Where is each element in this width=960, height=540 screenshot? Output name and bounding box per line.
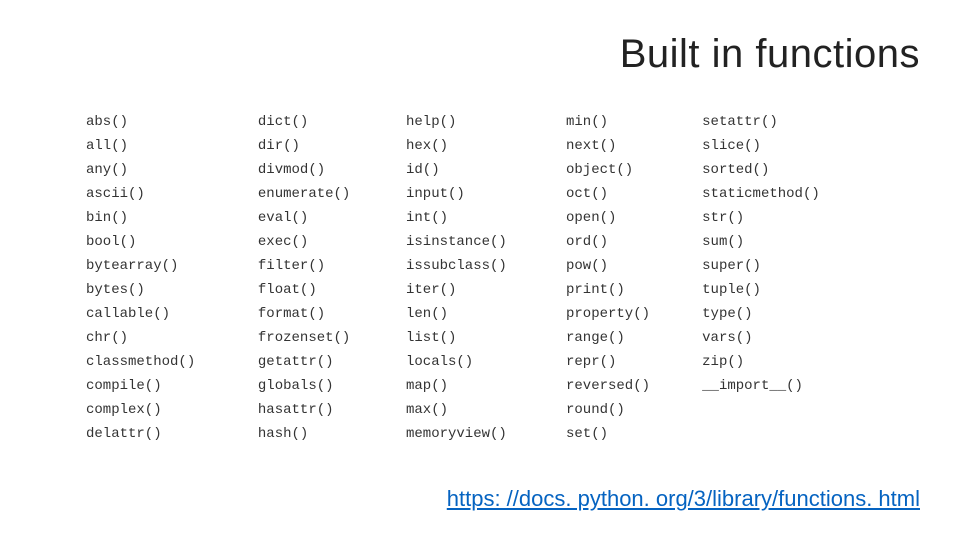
function-cell: pow() xyxy=(560,254,696,278)
function-cell: memoryview() xyxy=(400,422,560,446)
function-cell: filter() xyxy=(252,254,400,278)
function-cell: property() xyxy=(560,302,696,326)
function-cell: locals() xyxy=(400,350,560,374)
function-cell: slice() xyxy=(696,134,880,158)
function-cell: setattr() xyxy=(696,110,880,134)
function-cell: hash() xyxy=(252,422,400,446)
function-cell: len() xyxy=(400,302,560,326)
function-cell: open() xyxy=(560,206,696,230)
function-cell: globals() xyxy=(252,374,400,398)
function-cell: __import__() xyxy=(696,374,880,398)
function-cell: bin() xyxy=(80,206,252,230)
function-cell: any() xyxy=(80,158,252,182)
table-row: bool()exec()isinstance()ord()sum() xyxy=(80,230,880,254)
function-cell: compile() xyxy=(80,374,252,398)
function-cell: delattr() xyxy=(80,422,252,446)
slide: Built in functions abs()dict()help()min(… xyxy=(0,0,960,540)
function-cell: issubclass() xyxy=(400,254,560,278)
function-cell: bytearray() xyxy=(80,254,252,278)
function-cell: type() xyxy=(696,302,880,326)
functions-tbody: abs()dict()help()min()setattr()all()dir(… xyxy=(80,110,880,446)
function-cell: min() xyxy=(560,110,696,134)
function-cell: callable() xyxy=(80,302,252,326)
function-cell: hasattr() xyxy=(252,398,400,422)
function-cell: bool() xyxy=(80,230,252,254)
function-cell: eval() xyxy=(252,206,400,230)
function-cell: divmod() xyxy=(252,158,400,182)
function-cell: dir() xyxy=(252,134,400,158)
function-cell: frozenset() xyxy=(252,326,400,350)
function-cell: enumerate() xyxy=(252,182,400,206)
function-cell: id() xyxy=(400,158,560,182)
function-cell: max() xyxy=(400,398,560,422)
function-cell: super() xyxy=(696,254,880,278)
table-row: compile()globals()map()reversed()__impor… xyxy=(80,374,880,398)
function-cell: abs() xyxy=(80,110,252,134)
function-cell: bytes() xyxy=(80,278,252,302)
function-cell: sum() xyxy=(696,230,880,254)
table-row: delattr()hash()memoryview()set() xyxy=(80,422,880,446)
table-row: bytes()float()iter()print()tuple() xyxy=(80,278,880,302)
function-cell: str() xyxy=(696,206,880,230)
function-cell: ascii() xyxy=(80,182,252,206)
function-cell: exec() xyxy=(252,230,400,254)
function-cell: getattr() xyxy=(252,350,400,374)
function-cell: int() xyxy=(400,206,560,230)
function-cell: object() xyxy=(560,158,696,182)
function-cell: ord() xyxy=(560,230,696,254)
page-title: Built in functions xyxy=(620,32,920,77)
function-cell: oct() xyxy=(560,182,696,206)
function-cell: tuple() xyxy=(696,278,880,302)
function-cell: all() xyxy=(80,134,252,158)
function-cell: zip() xyxy=(696,350,880,374)
function-cell: dict() xyxy=(252,110,400,134)
table-row: callable()format()len()property()type() xyxy=(80,302,880,326)
table-row: all()dir()hex()next()slice() xyxy=(80,134,880,158)
function-cell: staticmethod() xyxy=(696,182,880,206)
functions-table: abs()dict()help()min()setattr()all()dir(… xyxy=(80,110,880,446)
function-cell: complex() xyxy=(80,398,252,422)
function-cell: print() xyxy=(560,278,696,302)
function-cell: isinstance() xyxy=(400,230,560,254)
docs-link[interactable]: https: //docs. python. org/3/library/fun… xyxy=(447,486,920,512)
table-row: chr()frozenset()list()range()vars() xyxy=(80,326,880,350)
function-cell: chr() xyxy=(80,326,252,350)
function-cell: round() xyxy=(560,398,696,422)
function-cell: list() xyxy=(400,326,560,350)
table-row: any()divmod()id()object()sorted() xyxy=(80,158,880,182)
function-cell xyxy=(696,398,880,422)
table-row: bin()eval()int()open()str() xyxy=(80,206,880,230)
function-cell: help() xyxy=(400,110,560,134)
table-row: abs()dict()help()min()setattr() xyxy=(80,110,880,134)
function-cell xyxy=(696,422,880,446)
function-cell: float() xyxy=(252,278,400,302)
function-cell: input() xyxy=(400,182,560,206)
table-row: classmethod()getattr()locals()repr()zip(… xyxy=(80,350,880,374)
function-cell: set() xyxy=(560,422,696,446)
function-cell: iter() xyxy=(400,278,560,302)
function-cell: range() xyxy=(560,326,696,350)
table-row: complex()hasattr()max()round() xyxy=(80,398,880,422)
function-cell: map() xyxy=(400,374,560,398)
function-cell: repr() xyxy=(560,350,696,374)
function-cell: next() xyxy=(560,134,696,158)
table-row: bytearray()filter()issubclass()pow()supe… xyxy=(80,254,880,278)
function-cell: reversed() xyxy=(560,374,696,398)
function-cell: hex() xyxy=(400,134,560,158)
function-cell: vars() xyxy=(696,326,880,350)
function-cell: classmethod() xyxy=(80,350,252,374)
table-row: ascii()enumerate()input()oct()staticmeth… xyxy=(80,182,880,206)
function-cell: sorted() xyxy=(696,158,880,182)
function-cell: format() xyxy=(252,302,400,326)
